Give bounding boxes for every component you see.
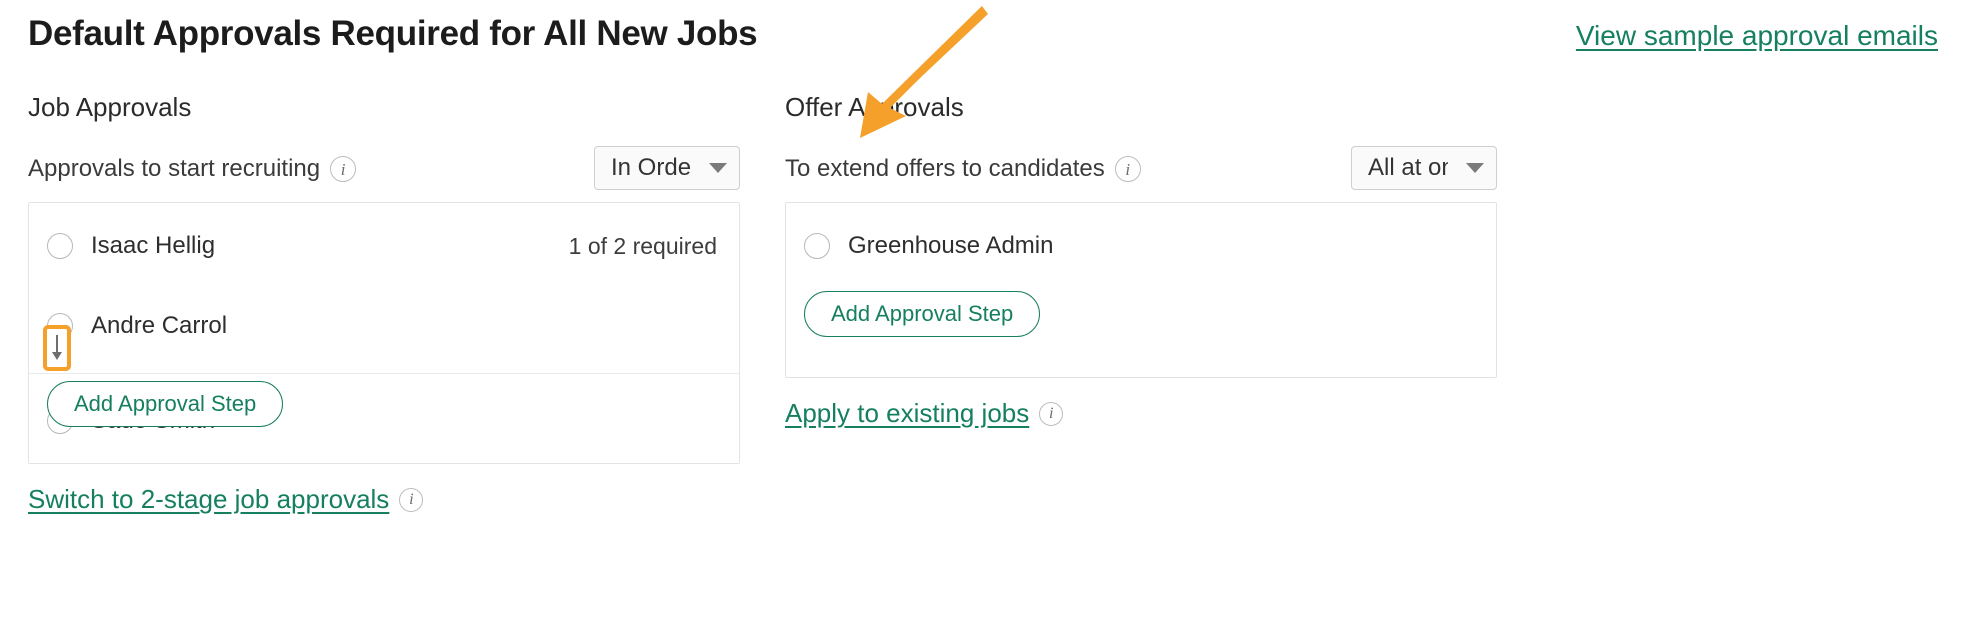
apply-to-existing-jobs-link[interactable]: Apply to existing jobs — [785, 398, 1029, 429]
job-approvals-heading: Job Approvals — [28, 92, 192, 122]
add-approval-step-button[interactable]: Add Approval Step — [804, 291, 1041, 337]
job-approval-order-select[interactable]: In Order — [594, 146, 740, 190]
add-approval-step-button[interactable]: Add Approval Step — [47, 381, 284, 427]
info-icon[interactable]: i — [330, 156, 357, 182]
offer-approval-order-value: All at on… — [1368, 154, 1448, 181]
approver-name: Andre Carrol — [91, 312, 228, 339]
approver-name: Greenhouse Admin — [848, 232, 1054, 259]
switch-2-stage-row: Switch to 2-stage job approvals i — [28, 484, 740, 515]
chevron-down-icon — [1466, 163, 1484, 173]
approver-name: Isaac Hellig — [91, 232, 216, 259]
job-approvals-column: Job Approvals Approvals to start recruit… — [28, 90, 740, 515]
offer-approval-order-select[interactable]: All at on… — [1351, 146, 1497, 190]
page-title: Default Approvals Required for All New J… — [28, 14, 758, 53]
offer-add-approval-step-wrap: Add Approval Step — [804, 291, 1041, 337]
info-icon[interactable]: i — [1114, 156, 1141, 182]
offer-approvals-subtitle: To extend offers to candidates — [785, 155, 1105, 182]
approver-row[interactable]: Andre Carrol — [29, 301, 739, 351]
job-approvals-subtitle: Approvals to start recruiting — [28, 155, 321, 182]
arrow-down-icon — [50, 335, 64, 361]
view-sample-approval-emails-link[interactable]: View sample approval emails — [1576, 20, 1938, 52]
approver-radio[interactable] — [804, 233, 830, 259]
offer-approvals-heading: Offer Approvals — [785, 92, 964, 122]
offer-approvals-subheader-row: To extend offers to candidates i All at … — [785, 144, 1497, 194]
info-icon[interactable]: i — [1039, 401, 1064, 426]
approver-radio[interactable] — [47, 233, 73, 259]
offer-approvals-panel: Greenhouse Admin Add Approval Step — [785, 202, 1497, 378]
approvals-settings-page: Default Approvals Required for All New J… — [0, 0, 1968, 638]
job-add-approval-step-wrap: Add Approval Step — [47, 381, 284, 427]
offer-approvals-column: Offer Approvals To extend offers to cand… — [785, 90, 1497, 429]
job-approval-order-value: In Order — [611, 154, 691, 181]
chevron-down-icon — [709, 163, 727, 173]
job-approvals-subheader-row: Approvals to start recruiting i In Order — [28, 144, 740, 194]
switch-to-2-stage-job-approvals-link[interactable]: Switch to 2-stage job approvals — [28, 484, 389, 515]
apply-existing-jobs-row: Apply to existing jobs i — [785, 398, 1497, 429]
approver-row[interactable]: Isaac Hellig 1 of 2 required — [29, 221, 739, 271]
info-icon[interactable]: i — [399, 487, 424, 512]
approver-required-note: 1 of 2 required — [568, 232, 717, 259]
approver-row[interactable]: Greenhouse Admin — [786, 221, 1496, 271]
job-approvals-panel: Isaac Hellig 1 of 2 required Andre Carro… — [28, 202, 740, 464]
move-step-down-handle[interactable] — [43, 325, 71, 371]
